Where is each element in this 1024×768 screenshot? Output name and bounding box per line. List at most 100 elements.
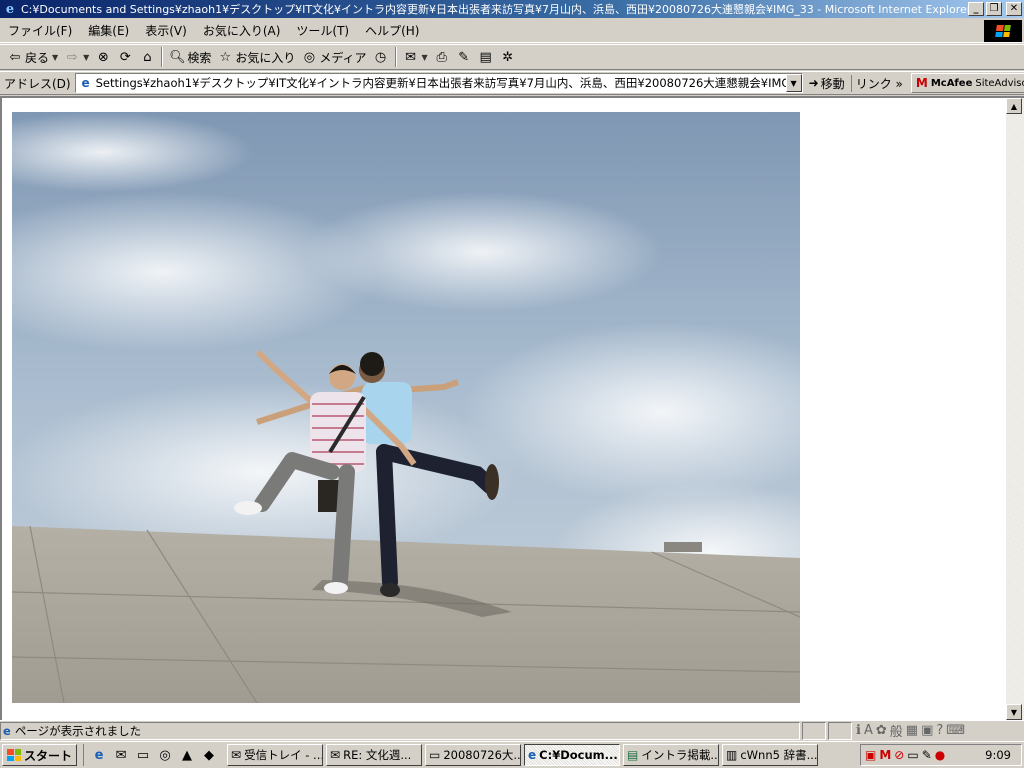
app2-quicklaunch-icon[interactable]: ◆: [200, 746, 218, 764]
outlook-quicklaunch-icon[interactable]: ✉: [112, 746, 130, 764]
forward-arrow-icon: ⇨: [66, 49, 78, 65]
help-icon[interactable]: ?: [936, 723, 943, 738]
favorites-label: お気に入り: [235, 50, 296, 65]
scroll-down-icon[interactable]: ▼: [1006, 704, 1022, 720]
chevron-down-icon[interactable]: ▼: [52, 53, 58, 62]
media-button[interactable]: ◎ メディア: [298, 46, 369, 68]
edit-icon: ✎: [458, 49, 470, 65]
address-value[interactable]: Settings¥zhaoh1¥デスクトップ¥IT文化¥イントラ内容更新¥日本出…: [96, 75, 786, 91]
messenger-icon: ✲: [502, 49, 514, 65]
ime-caps-icon[interactable]: ⌨: [946, 723, 965, 738]
vertical-scrollbar[interactable]: ▲ ▼: [1006, 96, 1024, 720]
messenger-button[interactable]: ✲: [497, 46, 519, 68]
links-button[interactable]: リンク »: [850, 74, 907, 92]
forward-button[interactable]: ⇨ ▼: [61, 46, 92, 68]
task-label: 受信トレイ - ...: [244, 748, 324, 762]
photo-image[interactable]: [12, 112, 800, 703]
photo-drawing: [12, 112, 800, 703]
back-button[interactable]: ⇦ 戻る ▼: [4, 46, 61, 68]
address-bar: アドレス(D) e Settings¥zhaoh1¥デスクトップ¥IT文化¥イン…: [0, 71, 1024, 95]
taskbar-item-email[interactable]: ✉ RE: 文化週...: [326, 744, 423, 766]
task-label: RE: 文化週...: [343, 748, 412, 762]
folder-icon: ▭: [429, 748, 441, 762]
alert-icon[interactable]: ●: [935, 748, 945, 762]
address-label: アドレス(D): [4, 76, 71, 91]
scroll-up-icon[interactable]: ▲: [1006, 98, 1022, 114]
mail-button[interactable]: ✉ ▼: [400, 46, 431, 68]
menu-view[interactable]: 表示(V): [137, 22, 195, 39]
windows-logo: [984, 20, 1022, 42]
menu-file[interactable]: ファイル(F): [0, 22, 80, 39]
media-icon: ◎: [303, 49, 316, 65]
taskbar-item-inbox[interactable]: ✉ 受信トレイ - ...: [227, 744, 324, 766]
taskbar-item-ie[interactable]: e C:¥Docum...: [524, 744, 621, 766]
edit-button[interactable]: ✎: [453, 46, 475, 68]
ime-mode-icon[interactable]: A: [864, 723, 873, 738]
chevron-down-icon[interactable]: ▼: [83, 53, 89, 62]
chevron-down-icon[interactable]: ▼: [785, 74, 802, 92]
task-label: イントラ掲載...: [641, 748, 720, 762]
envelope-icon: ✉: [330, 748, 341, 762]
task-label: C:¥Docum...: [539, 748, 618, 762]
taskbar-item-excel[interactable]: ▤ イントラ掲載...: [623, 744, 720, 766]
menu-favorites[interactable]: お気に入り(A): [195, 22, 289, 39]
ime-kanji-icon[interactable]: 般: [890, 721, 903, 740]
desktop-quicklaunch-icon[interactable]: ▭: [134, 746, 152, 764]
status-text-panel: e ページが表示されました: [0, 721, 800, 740]
minimize-button[interactable]: _: [968, 2, 984, 16]
address-input[interactable]: e Settings¥zhaoh1¥デスクトップ¥IT文化¥イントラ内容更新¥日…: [74, 73, 803, 93]
menu-help[interactable]: ヘルプ(H): [357, 22, 427, 39]
monitor-icon[interactable]: ▭: [907, 748, 918, 762]
history-button[interactable]: ◷: [370, 46, 392, 68]
ie-icon: e: [5, 1, 15, 17]
taskbar-item-dictionary[interactable]: ▥ cWnn5 辞書...: [722, 744, 819, 766]
stop-button[interactable]: ⊗: [92, 46, 114, 68]
mail-icon: ✉: [231, 748, 242, 762]
network-icon[interactable]: ▣: [865, 748, 876, 762]
clock[interactable]: 9:09: [985, 748, 1017, 762]
ime-settings-icon[interactable]: ✿: [876, 723, 887, 738]
status-bar: e ページが表示されました ℹ A ✿ 般 ▦ ▣ ? ⌨: [0, 720, 1024, 740]
info-icon[interactable]: ℹ: [856, 723, 861, 738]
page-content: [0, 96, 1006, 720]
menu-tools[interactable]: ツール(T): [288, 22, 357, 39]
menu-edit[interactable]: 編集(E): [80, 22, 137, 39]
maximize-button[interactable]: ❐: [986, 2, 1002, 16]
window-title: C:¥Documents and Settings¥zhaoh1¥デスクトップ¥…: [21, 3, 968, 16]
taskbar-item-folder[interactable]: ▭ 20080726大...: [425, 744, 522, 766]
back-label: 戻る: [25, 50, 50, 65]
discuss-button[interactable]: ▤: [475, 46, 497, 68]
mcafee-siteadvisor-button[interactable]: M McAfee SiteAdvisor ▼: [910, 73, 1024, 93]
close-button[interactable]: ✕: [1006, 2, 1022, 16]
home-button[interactable]: ⌂: [136, 46, 158, 68]
search-button[interactable]: 🔍︎ 検索: [166, 46, 214, 68]
chevron-down-icon[interactable]: ▼: [422, 53, 428, 62]
print-button[interactable]: ⎙: [431, 46, 453, 68]
window-controls: _ ❐ ✕: [968, 2, 1022, 16]
ime-tool-icon[interactable]: ▦: [906, 723, 918, 738]
ime-pad-icon[interactable]: ▣: [921, 723, 933, 738]
standard-toolbar: ⇦ 戻る ▼ ⇨ ▼ ⊗ ⟳ ⌂ 🔍︎ 検索 ☆ お気に入り ◎ メディア ◷ …: [0, 44, 1024, 70]
go-label: 移動: [820, 76, 845, 91]
favorites-button[interactable]: ☆ お気に入り: [214, 46, 298, 68]
pen-icon[interactable]: ✎: [922, 748, 932, 762]
ie-quicklaunch-icon[interactable]: e: [90, 746, 108, 764]
search-label: 検索: [187, 50, 212, 65]
windows-logo-icon: [7, 749, 21, 761]
search-icon: 🔍︎: [169, 49, 186, 65]
history-icon: ◷: [374, 49, 387, 65]
quick-launch: e ✉ ▭ ◎ ▲ ◆: [83, 744, 224, 766]
app-quicklaunch-icon[interactable]: ▲: [178, 746, 196, 764]
dictionary-icon: ▥: [726, 748, 738, 762]
go-arrow-icon: ➜: [808, 76, 819, 90]
print-icon: ⎙: [436, 49, 447, 65]
mcafee-tray-icon[interactable]: M: [879, 748, 891, 762]
go-button[interactable]: ➜ 移動: [803, 75, 851, 92]
media-quicklaunch-icon[interactable]: ◎: [156, 746, 174, 764]
ie-page-icon: e: [3, 723, 11, 738]
antivirus-icon[interactable]: ⊘: [894, 748, 904, 762]
links-label: リンク: [855, 76, 892, 91]
refresh-button[interactable]: ⟳: [114, 46, 136, 68]
start-button[interactable]: スタート: [2, 744, 78, 766]
mcafee-logo-icon: M: [915, 76, 928, 90]
